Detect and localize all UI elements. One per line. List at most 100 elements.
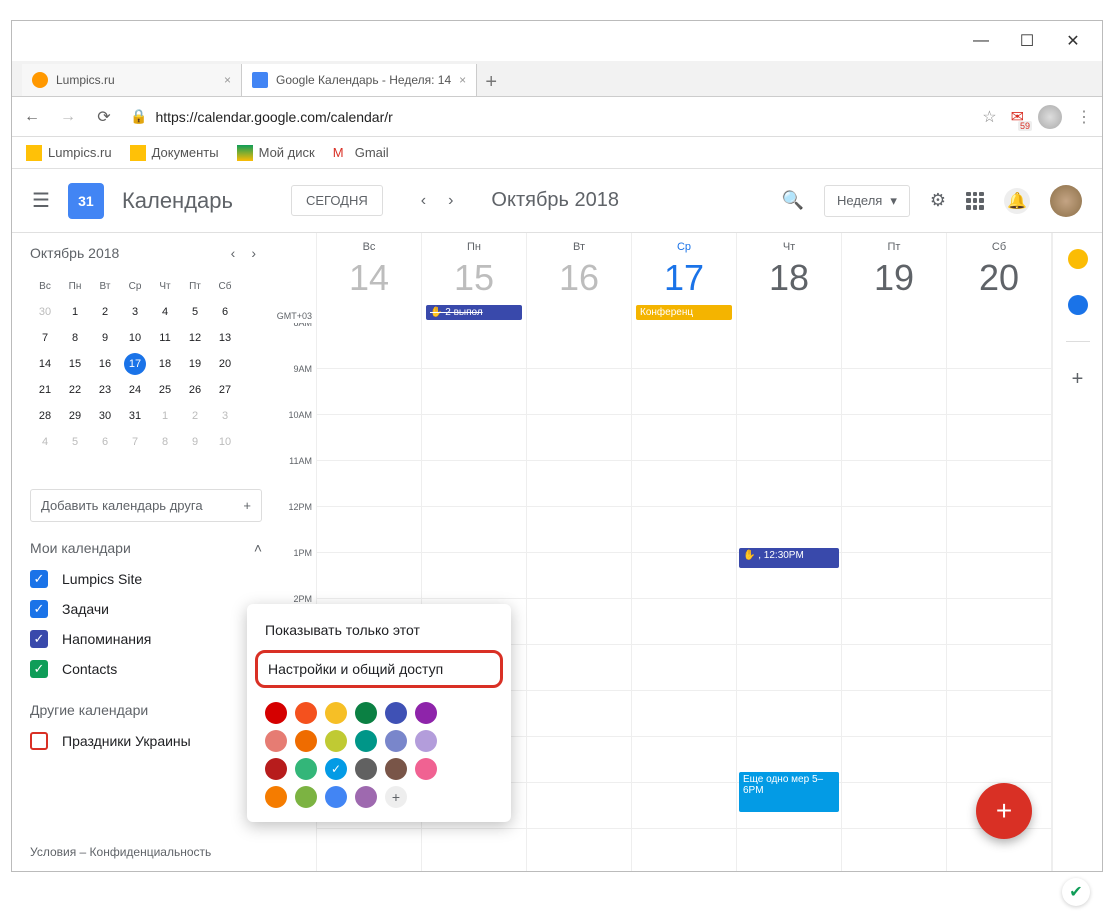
allday-event[interactable]: ✋ 2 выпол	[426, 305, 522, 320]
window-maximize[interactable]: ☐	[1004, 26, 1050, 56]
close-icon[interactable]: ×	[459, 73, 466, 87]
next-icon[interactable]: ›	[440, 188, 461, 214]
checkbox-icon[interactable]: ✓	[30, 600, 48, 618]
hamburger-icon[interactable]: ☰	[32, 188, 50, 213]
view-selector[interactable]: Неделя ▾	[824, 185, 910, 217]
week-header: GMT+03 Вс14Пн15✋ 2 выполВт16Ср17Конферен…	[270, 233, 1051, 323]
day-header[interactable]: Вс14	[316, 233, 421, 323]
color-swatch[interactable]	[355, 702, 377, 724]
day-column[interactable]: ✋ , 12:30PM Еще одно мер 5–6PM	[736, 323, 841, 871]
forward-icon[interactable]: →	[58, 108, 78, 126]
profile-avatar-icon[interactable]	[1038, 105, 1062, 129]
day-column[interactable]	[526, 323, 631, 871]
footer-links[interactable]: Условия – Конфиденциальность	[30, 845, 262, 859]
color-swatch[interactable]	[355, 758, 377, 780]
plus-icon[interactable]: +	[243, 498, 251, 513]
checkbox-icon[interactable]: ✓	[30, 660, 48, 678]
gear-icon[interactable]: ⚙	[930, 190, 946, 211]
menu-icon[interactable]: ⋮	[1076, 107, 1092, 127]
menu-settings-sharing[interactable]: Настройки и общий доступ	[255, 650, 503, 688]
window-close[interactable]: ✕	[1050, 26, 1096, 56]
today-button[interactable]: СЕГОДНЯ	[291, 185, 383, 216]
address-bar[interactable]: 🔒 https://calendar.google.com/calendar/r	[130, 108, 966, 125]
mini-prev-icon[interactable]: ‹	[225, 245, 242, 261]
prev-icon[interactable]: ‹	[413, 188, 434, 214]
gmail-ext-icon[interactable]: ✉59	[1011, 107, 1024, 127]
color-swatch[interactable]	[325, 786, 347, 808]
timezone-label: GMT+03	[270, 233, 316, 323]
calendar-item[interactable]: Праздники Украины	[30, 726, 262, 756]
bookmark-gmail[interactable]: MGmail	[333, 145, 389, 161]
color-swatch[interactable]	[295, 758, 317, 780]
color-swatch[interactable]	[265, 702, 287, 724]
checkbox-icon[interactable]: ✓	[30, 630, 48, 648]
tab-calendar[interactable]: Google Календарь - Неделя: 14 ×	[242, 64, 477, 96]
search-icon[interactable]: 🔍	[782, 190, 804, 211]
keep-icon[interactable]	[1068, 249, 1088, 269]
user-avatar[interactable]	[1050, 185, 1082, 217]
bookmark-drive[interactable]: Мой диск	[237, 145, 315, 161]
color-swatch[interactable]	[385, 730, 407, 752]
security-shield-icon[interactable]: ✔	[1062, 878, 1090, 906]
bookmark-lumpics[interactable]: Lumpics.ru	[26, 145, 112, 161]
add-color-button[interactable]: +	[385, 786, 407, 808]
day-header[interactable]: Пт19	[841, 233, 946, 323]
day-header[interactable]: Сб20	[946, 233, 1051, 323]
color-swatch[interactable]	[265, 730, 287, 752]
color-swatch[interactable]	[295, 702, 317, 724]
day-column[interactable]	[631, 323, 736, 871]
day-header[interactable]: Вт16	[526, 233, 631, 323]
calendar-item[interactable]: ✓Contacts	[30, 654, 262, 684]
menu-show-only-this[interactable]: Показывать только этот	[247, 612, 511, 648]
color-swatch[interactable]	[415, 758, 437, 780]
event-block[interactable]: Еще одно мер 5–6PM	[739, 772, 839, 812]
star-icon[interactable]: ☆	[982, 107, 996, 127]
color-swatch[interactable]	[295, 730, 317, 752]
new-tab-button[interactable]: +	[477, 68, 505, 96]
color-swatch[interactable]	[355, 786, 377, 808]
checkbox-icon[interactable]: ✓	[30, 570, 48, 588]
back-icon[interactable]: ←	[22, 108, 42, 126]
bookmark-docs[interactable]: Документы	[130, 145, 219, 161]
mini-calendar[interactable]: ВсПнВтСрЧтПтСб30123456789101112131415161…	[30, 273, 262, 455]
add-friend-calendar[interactable]: Добавить календарь друга +	[30, 489, 262, 522]
color-swatch[interactable]	[325, 730, 347, 752]
calendar-item[interactable]: ✓Задачи	[30, 594, 262, 624]
notifications-icon[interactable]: 🔔	[1004, 188, 1030, 214]
color-swatch[interactable]	[325, 702, 347, 724]
day-header[interactable]: Пн15✋ 2 выпол	[421, 233, 526, 323]
day-header[interactable]: Ср17Конференц	[631, 233, 736, 323]
allday-event[interactable]: Конференц	[636, 305, 732, 320]
color-swatch[interactable]	[385, 702, 407, 724]
window-minimize[interactable]: —	[958, 26, 1004, 56]
close-icon[interactable]: ×	[224, 73, 231, 87]
app-header: ☰ 31 Календарь СЕГОДНЯ ‹ › Октябрь 2018 …	[12, 169, 1102, 233]
lock-icon: 🔒	[130, 108, 147, 125]
calendar-item[interactable]: ✓Напоминания	[30, 624, 262, 654]
reload-icon[interactable]: ⟳	[94, 107, 114, 127]
favicon-icon	[252, 72, 268, 88]
color-swatch[interactable]	[265, 758, 287, 780]
checkbox-icon[interactable]	[30, 732, 48, 750]
other-calendars-title[interactable]: Другие календари	[30, 702, 262, 718]
day-header[interactable]: Чт18	[736, 233, 841, 323]
add-addon-icon[interactable]: +	[1072, 368, 1084, 391]
calendar-item[interactable]: ✓Lumpics Site	[30, 564, 262, 594]
tab-lumpics[interactable]: Lumpics.ru ×	[22, 64, 242, 96]
color-swatch[interactable]	[295, 786, 317, 808]
day-column[interactable]	[841, 323, 946, 871]
color-swatch[interactable]	[355, 730, 377, 752]
event-block[interactable]: ✋ , 12:30PM	[739, 548, 839, 568]
color-swatch[interactable]	[265, 786, 287, 808]
my-calendars-title[interactable]: Мои календари ˄	[30, 540, 262, 556]
color-swatch[interactable]	[385, 758, 407, 780]
color-swatch[interactable]	[415, 730, 437, 752]
week-nav: ‹ ›	[413, 188, 462, 214]
tasks-icon[interactable]	[1068, 295, 1088, 315]
mini-next-icon[interactable]: ›	[245, 245, 262, 261]
chevron-up-icon[interactable]: ˄	[254, 540, 262, 556]
create-event-fab[interactable]: +	[976, 783, 1032, 839]
color-swatch[interactable]: ✓	[325, 758, 347, 780]
color-swatch[interactable]	[415, 702, 437, 724]
apps-icon[interactable]	[966, 192, 984, 210]
